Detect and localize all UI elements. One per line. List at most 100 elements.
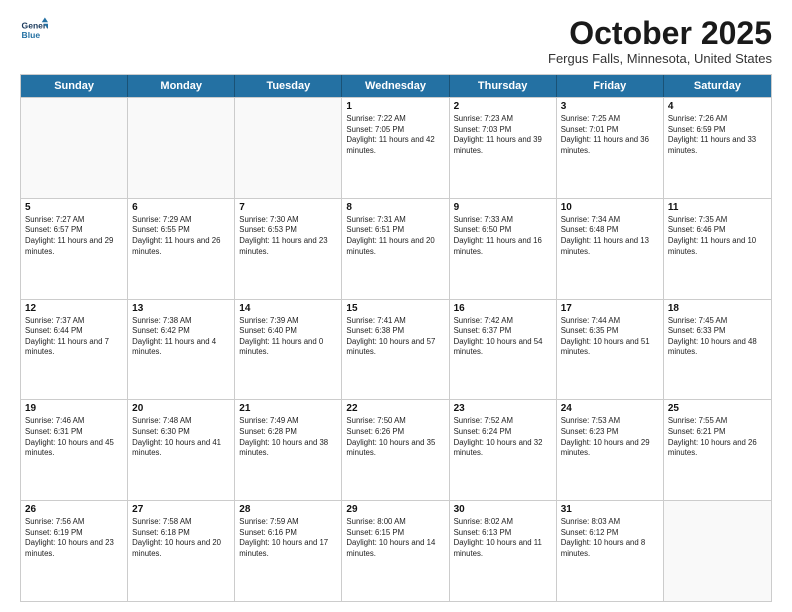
empty-cell <box>128 98 235 198</box>
calendar-row: 1 Sunrise: 7:22 AM Sunset: 7:05 PM Daylig… <box>21 97 771 198</box>
day-number: 6 <box>132 202 230 213</box>
calendar-row: 26Sunrise: 7:56 AM Sunset: 6:19 PM Dayli… <box>21 500 771 601</box>
day-number: 3 <box>561 101 659 112</box>
day-info: Sunrise: 7:50 AM Sunset: 6:26 PM Dayligh… <box>346 416 444 458</box>
day-info: Sunrise: 7:29 AM Sunset: 6:55 PM Dayligh… <box>132 215 230 257</box>
day-number: 24 <box>561 403 659 414</box>
day-info: Sunrise: 7:41 AM Sunset: 6:38 PM Dayligh… <box>346 316 444 358</box>
day-number: 12 <box>25 303 123 314</box>
day-info: Sunrise: 7:38 AM Sunset: 6:42 PM Dayligh… <box>132 316 230 358</box>
day-info: Sunrise: 7:44 AM Sunset: 6:35 PM Dayligh… <box>561 316 659 358</box>
day-info: Sunrise: 7:30 AM Sunset: 6:53 PM Dayligh… <box>239 215 337 257</box>
day-number: 31 <box>561 504 659 515</box>
day-number: 14 <box>239 303 337 314</box>
day-number: 22 <box>346 403 444 414</box>
day-number: 20 <box>132 403 230 414</box>
day-info: Sunrise: 7:35 AM Sunset: 6:46 PM Dayligh… <box>668 215 767 257</box>
calendar-day-13: 13Sunrise: 7:38 AM Sunset: 6:42 PM Dayli… <box>128 300 235 400</box>
calendar-row: 5Sunrise: 7:27 AM Sunset: 6:57 PM Daylig… <box>21 198 771 299</box>
day-info: Sunrise: 8:00 AM Sunset: 6:15 PM Dayligh… <box>346 517 444 559</box>
calendar-day-27: 27 Sunrise: 7:58 AM Sunset: 6:18 PM Dayli… <box>128 501 235 601</box>
calendar-day-2: 2Sunrise: 7:23 AM Sunset: 7:03 PM Daylig… <box>450 98 557 198</box>
calendar-day-6: 6 Sunrise: 7:29 AM Sunset: 6:55 PM Daylig… <box>128 199 235 299</box>
day-info: Sunrise: 7:34 AM Sunset: 6:48 PM Dayligh… <box>561 215 659 257</box>
day-info: Sunrise: 7:26 AM Sunset: 6:59 PM Dayligh… <box>668 114 767 156</box>
day-number: 30 <box>454 504 552 515</box>
calendar-day-1: 1 Sunrise: 7:22 AM Sunset: 7:05 PM Daylig… <box>342 98 449 198</box>
day-number: 23 <box>454 403 552 414</box>
day-number: 29 <box>346 504 444 515</box>
calendar-day-21: 21 Sunrise: 7:49 AM Sunset: 6:28 PM Dayli… <box>235 400 342 500</box>
day-info: Sunrise: 7:42 AM Sunset: 6:37 PM Dayligh… <box>454 316 552 358</box>
day-info: Sunrise: 7:59 AM Sunset: 6:16 PM Dayligh… <box>239 517 337 559</box>
day-number: 7 <box>239 202 337 213</box>
day-info: Sunrise: 7:37 AM Sunset: 6:44 PM Dayligh… <box>25 316 123 358</box>
day-info: Sunrise: 7:31 AM Sunset: 6:51 PM Dayligh… <box>346 215 444 257</box>
calendar-day-5: 5Sunrise: 7:27 AM Sunset: 6:57 PM Daylig… <box>21 199 128 299</box>
empty-cell <box>664 501 771 601</box>
day-info: Sunrise: 7:46 AM Sunset: 6:31 PM Dayligh… <box>25 416 123 458</box>
calendar-row: 19 Sunrise: 7:46 AM Sunset: 6:31 PM Dayli… <box>21 399 771 500</box>
calendar-day-3: 3 Sunrise: 7:25 AM Sunset: 7:01 PM Daylig… <box>557 98 664 198</box>
logo-icon: General Blue <box>20 16 48 44</box>
weekday-header: Wednesday <box>342 75 449 97</box>
calendar-day-26: 26Sunrise: 7:56 AM Sunset: 6:19 PM Dayli… <box>21 501 128 601</box>
day-info: Sunrise: 7:25 AM Sunset: 7:01 PM Dayligh… <box>561 114 659 156</box>
day-info: Sunrise: 7:39 AM Sunset: 6:40 PM Dayligh… <box>239 316 337 358</box>
day-number: 5 <box>25 202 123 213</box>
day-number: 26 <box>25 504 123 515</box>
day-number: 11 <box>668 202 767 213</box>
calendar-day-16: 16 Sunrise: 7:42 AM Sunset: 6:37 PM Dayli… <box>450 300 557 400</box>
day-number: 19 <box>25 403 123 414</box>
calendar-day-28: 28 Sunrise: 7:59 AM Sunset: 6:16 PM Dayli… <box>235 501 342 601</box>
day-info: Sunrise: 7:55 AM Sunset: 6:21 PM Dayligh… <box>668 416 767 458</box>
calendar-day-30: 30 Sunrise: 8:02 AM Sunset: 6:13 PM Dayli… <box>450 501 557 601</box>
day-number: 28 <box>239 504 337 515</box>
calendar-day-20: 20Sunrise: 7:48 AM Sunset: 6:30 PM Dayli… <box>128 400 235 500</box>
calendar: SundayMondayTuesdayWednesdayThursdayFrid… <box>20 74 772 602</box>
calendar-day-8: 8 Sunrise: 7:31 AM Sunset: 6:51 PM Daylig… <box>342 199 449 299</box>
calendar-body: 1 Sunrise: 7:22 AM Sunset: 7:05 PM Daylig… <box>21 97 771 601</box>
calendar-day-4: 4 Sunrise: 7:26 AM Sunset: 6:59 PM Daylig… <box>664 98 771 198</box>
weekday-header: Thursday <box>450 75 557 97</box>
calendar-day-19: 19 Sunrise: 7:46 AM Sunset: 6:31 PM Dayli… <box>21 400 128 500</box>
day-number: 10 <box>561 202 659 213</box>
empty-cell <box>21 98 128 198</box>
title-area: October 2025 Fergus Falls, Minnesota, Un… <box>548 16 772 66</box>
calendar-header: SundayMondayTuesdayWednesdayThursdayFrid… <box>21 75 771 97</box>
day-number: 18 <box>668 303 767 314</box>
svg-text:Blue: Blue <box>22 30 41 40</box>
day-info: Sunrise: 7:22 AM Sunset: 7:05 PM Dayligh… <box>346 114 444 156</box>
day-number: 16 <box>454 303 552 314</box>
day-number: 15 <box>346 303 444 314</box>
day-number: 1 <box>346 101 444 112</box>
calendar-day-29: 29 Sunrise: 8:00 AM Sunset: 6:15 PM Dayli… <box>342 501 449 601</box>
day-info: Sunrise: 7:45 AM Sunset: 6:33 PM Dayligh… <box>668 316 767 358</box>
location: Fergus Falls, Minnesota, United States <box>548 51 772 66</box>
logo: General Blue <box>20 16 48 44</box>
day-number: 25 <box>668 403 767 414</box>
day-info: Sunrise: 7:58 AM Sunset: 6:18 PM Dayligh… <box>132 517 230 559</box>
weekday-header: Friday <box>557 75 664 97</box>
calendar-day-23: 23 Sunrise: 7:52 AM Sunset: 6:24 PM Dayli… <box>450 400 557 500</box>
day-number: 21 <box>239 403 337 414</box>
day-number: 4 <box>668 101 767 112</box>
calendar-day-22: 22 Sunrise: 7:50 AM Sunset: 6:26 PM Dayli… <box>342 400 449 500</box>
header: General Blue October 2025 Fergus Falls, … <box>20 16 772 66</box>
day-number: 27 <box>132 504 230 515</box>
weekday-header: Tuesday <box>235 75 342 97</box>
day-info: Sunrise: 7:52 AM Sunset: 6:24 PM Dayligh… <box>454 416 552 458</box>
calendar-day-17: 17 Sunrise: 7:44 AM Sunset: 6:35 PM Dayli… <box>557 300 664 400</box>
weekday-header: Monday <box>128 75 235 97</box>
empty-cell <box>235 98 342 198</box>
calendar-day-11: 11 Sunrise: 7:35 AM Sunset: 6:46 PM Dayli… <box>664 199 771 299</box>
day-info: Sunrise: 7:49 AM Sunset: 6:28 PM Dayligh… <box>239 416 337 458</box>
day-number: 17 <box>561 303 659 314</box>
weekday-header: Sunday <box>21 75 128 97</box>
calendar-day-24: 24Sunrise: 7:53 AM Sunset: 6:23 PM Dayli… <box>557 400 664 500</box>
day-number: 8 <box>346 202 444 213</box>
calendar-day-25: 25 Sunrise: 7:55 AM Sunset: 6:21 PM Dayli… <box>664 400 771 500</box>
calendar-row: 12 Sunrise: 7:37 AM Sunset: 6:44 PM Dayli… <box>21 299 771 400</box>
weekday-header: Saturday <box>664 75 771 97</box>
day-info: Sunrise: 8:02 AM Sunset: 6:13 PM Dayligh… <box>454 517 552 559</box>
